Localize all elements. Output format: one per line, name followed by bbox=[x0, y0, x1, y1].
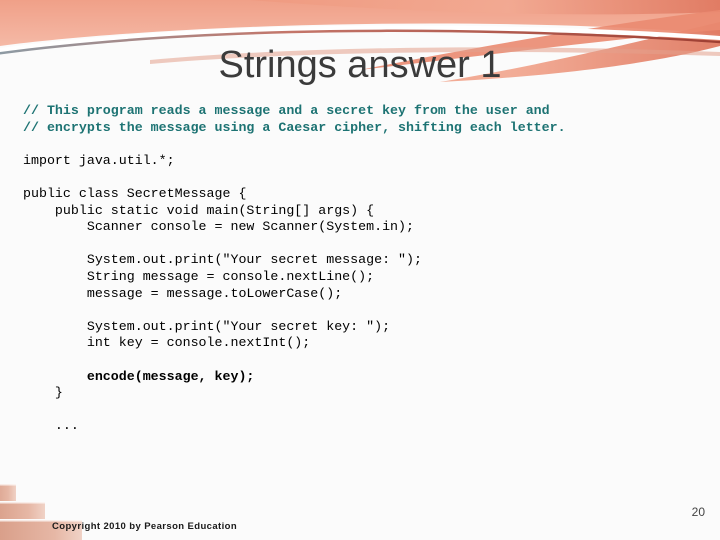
code-line: System.out.print("Your secret key: "); bbox=[23, 318, 391, 334]
code-line: encode(message, key); bbox=[23, 368, 255, 384]
code-line: System.out.print("Your secret message: "… bbox=[23, 252, 422, 268]
code-line: } bbox=[23, 385, 63, 401]
code-line: message = message.toLowerCase(); bbox=[23, 285, 343, 301]
code-block: // This program reads a message and a se… bbox=[23, 103, 713, 435]
code-line: String message = console.nextLine(); bbox=[23, 268, 375, 284]
code-line: import java.util.*; bbox=[23, 152, 175, 168]
code-line: // This program reads a message and a se… bbox=[23, 103, 550, 118]
page-title: Strings answer 1 bbox=[218, 44, 502, 86]
code-line: ... bbox=[23, 418, 79, 434]
slide-canvas: Strings answer 1 // This program reads a… bbox=[0, 0, 720, 540]
code-line: public static void main(String[] args) { bbox=[23, 202, 375, 218]
code-line: Scanner console = new Scanner(System.in)… bbox=[23, 219, 414, 235]
code-line: public class SecretMessage { bbox=[23, 185, 247, 201]
code-line: int key = console.nextInt(); bbox=[23, 335, 311, 351]
copyright-notice: Copyright 2010 by Pearson Education bbox=[52, 521, 238, 532]
page-number: 20 bbox=[691, 505, 705, 519]
code-line: // encrypts the message using a Caesar c… bbox=[23, 119, 566, 135]
